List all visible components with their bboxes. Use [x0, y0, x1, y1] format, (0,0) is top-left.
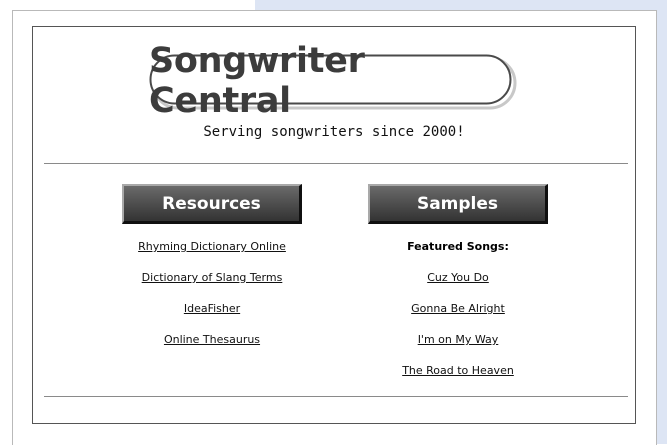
site-title: Songwriter Central — [149, 41, 365, 121]
site-logo: Songwriter Central — [149, 41, 517, 121]
song-link-cuz-you-do[interactable]: Cuz You Do — [368, 267, 548, 298]
resource-link-rhyming-dictionary[interactable]: Rhyming Dictionary Online — [122, 236, 302, 267]
samples-link-list: Featured Songs: Cuz You Do Gonna Be Alri… — [368, 236, 548, 391]
resources-link-list: Rhyming Dictionary Online Dictionary of … — [122, 236, 302, 360]
top-divider — [44, 163, 628, 164]
bottom-divider — [44, 396, 628, 397]
song-link-gonna-be-alright[interactable]: Gonna Be Alright — [368, 298, 548, 329]
samples-column: Samples Featured Songs: Cuz You Do Gonna… — [368, 184, 548, 391]
resource-link-slang-dictionary[interactable]: Dictionary of Slang Terms — [122, 267, 302, 298]
samples-header-button[interactable]: Samples — [368, 184, 548, 224]
featured-songs-heading: Featured Songs: — [407, 240, 509, 253]
song-link-road-to-heaven[interactable]: The Road to Heaven — [368, 360, 548, 391]
song-link-im-on-my-way[interactable]: I'm on My Way — [368, 329, 548, 360]
resources-column: Resources Rhyming Dictionary Online Dict… — [122, 184, 302, 360]
resource-link-ideafisher[interactable]: IdeaFisher — [122, 298, 302, 329]
resource-link-online-thesaurus[interactable]: Online Thesaurus — [122, 329, 302, 360]
resources-header-button[interactable]: Resources — [122, 184, 302, 224]
site-tagline: Serving songwriters since 2000! — [203, 124, 465, 140]
